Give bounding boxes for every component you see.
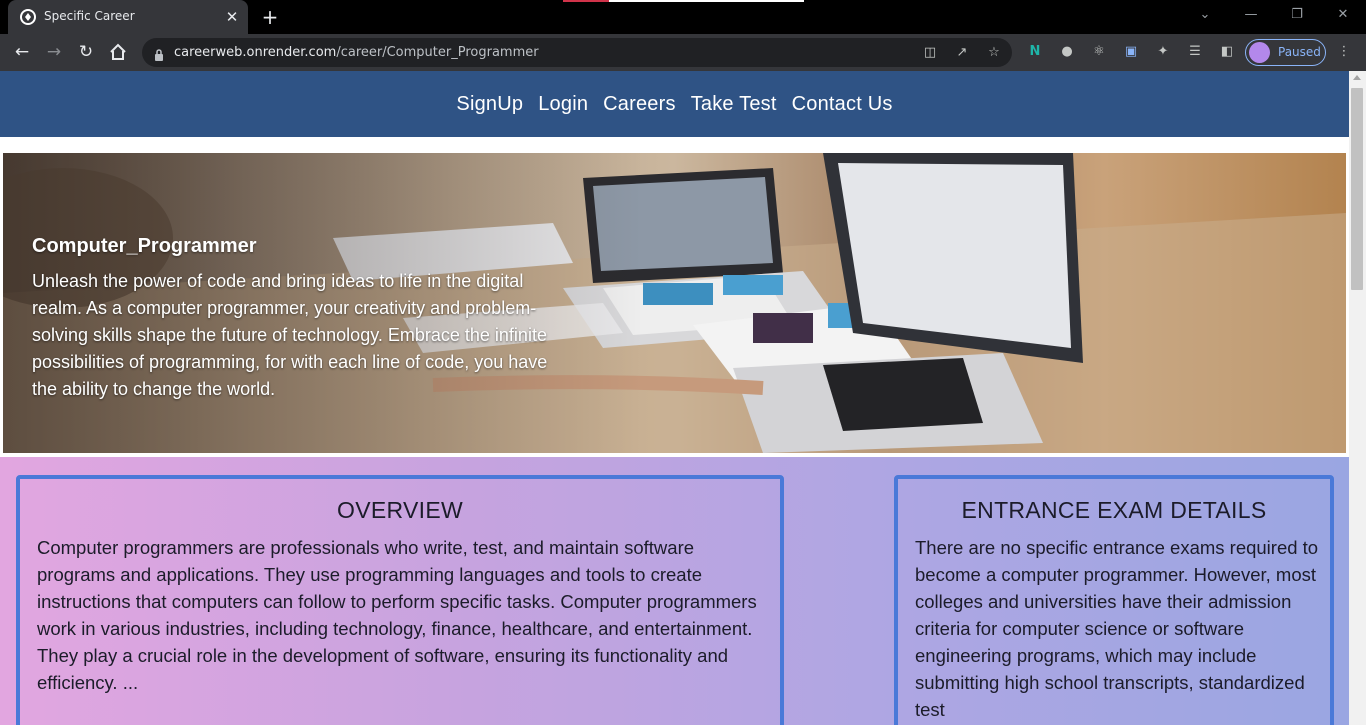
page-scrollbar[interactable]	[1349, 71, 1366, 725]
close-window-button[interactable]: ✕	[1331, 4, 1355, 26]
media-queue-icon[interactable]: ☰	[1185, 42, 1205, 62]
tab-search-icon[interactable]: ⌄	[1193, 4, 1217, 26]
entrance-exam-card: ENTRANCE EXAM DETAILS There are no speci…	[894, 475, 1334, 725]
minimize-button[interactable]: —	[1239, 4, 1263, 26]
career-tagline: Unleash the power of code and bring idea…	[32, 271, 548, 399]
back-arrow-icon[interactable]: ←	[10, 40, 34, 64]
translate-icon[interactable]: ◫	[920, 43, 940, 63]
career-title: Computer_Programmer	[32, 235, 257, 257]
lock-icon[interactable]	[154, 46, 164, 61]
avatar	[1249, 42, 1270, 63]
career-hero-banner: Computer_Programmer Unleash the power of…	[3, 153, 1346, 453]
share-icon[interactable]: ↗	[952, 43, 972, 63]
entrance-exam-text: There are no specific entrance exams req…	[915, 537, 1319, 720]
profile-status: Paused	[1278, 45, 1321, 59]
new-tab-button[interactable]: +	[258, 5, 282, 29]
extension-ghost-icon[interactable]: ●	[1057, 42, 1077, 62]
screen-capture-icon[interactable]: ▣	[1121, 42, 1141, 62]
page-viewport: SignUp Login Careers Take Test Contact U…	[0, 71, 1366, 725]
nav-contact-us[interactable]: Contact Us	[792, 93, 893, 115]
profile-button[interactable]: Paused	[1245, 39, 1326, 66]
extensions-puzzle-icon[interactable]: ✦	[1153, 42, 1173, 62]
site-favicon-icon	[20, 9, 36, 25]
overview-card: OVERVIEW Computer programmers are profes…	[16, 475, 784, 725]
media-indicator	[563, 0, 804, 2]
browser-tab-bar: Specific Career ✕ + ⌄ — ❐ ✕	[0, 0, 1366, 34]
nav-signup[interactable]: SignUp	[456, 93, 523, 115]
nav-take-test[interactable]: Take Test	[691, 93, 777, 115]
site-navbar: SignUp Login Careers Take Test Contact U…	[0, 71, 1349, 137]
tab-close-icon[interactable]: ✕	[223, 8, 241, 26]
side-panel-icon[interactable]: ◧	[1217, 42, 1237, 62]
home-icon[interactable]	[106, 40, 130, 64]
entrance-exam-heading: ENTRANCE EXAM DETAILS	[961, 497, 1267, 523]
browser-toolbar: ← → ↻ careerweb.onrender.com/career/Comp…	[0, 34, 1366, 71]
reload-icon[interactable]: ↻	[74, 40, 98, 64]
nav-careers[interactable]: Careers	[603, 93, 676, 115]
overview-heading: OVERVIEW	[337, 497, 463, 523]
career-details-section: OVERVIEW Computer programmers are profes…	[0, 457, 1349, 725]
address-bar[interactable]: careerweb.onrender.com/career/Computer_P…	[142, 38, 1012, 67]
bookmark-star-icon[interactable]: ☆	[984, 43, 1004, 63]
tab-title: Specific Career	[44, 9, 135, 23]
extension-n-icon[interactable]: N	[1025, 42, 1045, 62]
menu-kebab-icon[interactable]: ⋮	[1334, 42, 1354, 62]
overview-text: Computer programmers are professionals w…	[37, 537, 757, 693]
nav-login[interactable]: Login	[538, 93, 588, 115]
scrollbar-thumb[interactable]	[1351, 88, 1363, 290]
forward-arrow-icon[interactable]: →	[42, 40, 66, 64]
restore-button[interactable]: ❐	[1285, 4, 1309, 26]
react-devtools-icon[interactable]: ⚛	[1089, 42, 1109, 62]
url-text[interactable]: careerweb.onrender.com/career/Computer_P…	[174, 45, 539, 60]
browser-tab[interactable]: Specific Career ✕	[8, 0, 248, 34]
scroll-up-arrow-icon[interactable]	[1353, 75, 1361, 80]
